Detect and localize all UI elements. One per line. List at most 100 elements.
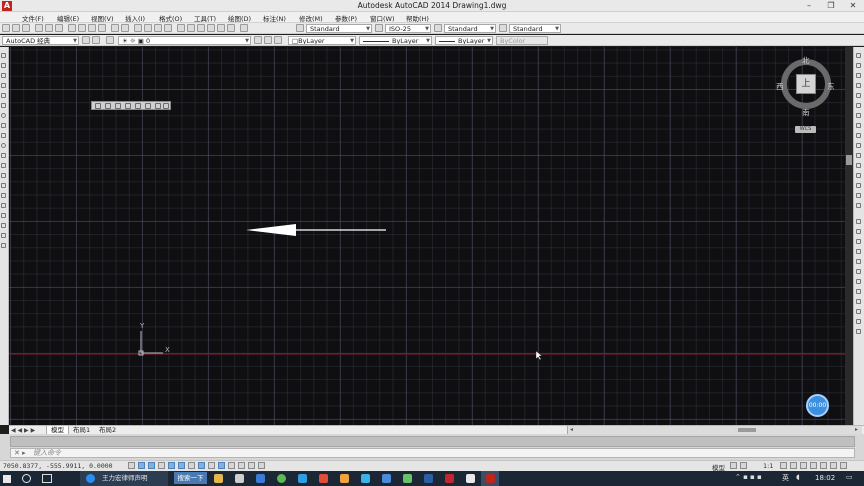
layer-select[interactable]: ☀ ☼ ▣ 0 ▼ xyxy=(118,36,251,45)
app-icon-7[interactable] xyxy=(340,474,349,483)
tool-icon-5[interactable] xyxy=(135,103,141,109)
markup-icon[interactable] xyxy=(217,24,225,32)
app-icon-8[interactable] xyxy=(361,474,370,483)
grid-display-toggle[interactable] xyxy=(148,462,155,469)
toolbar-lock-icon[interactable] xyxy=(800,462,807,469)
menu-edit[interactable]: 编辑(E) xyxy=(57,13,79,23)
text-style-select[interactable]: Standard ▼ xyxy=(306,24,372,33)
paste-icon[interactable] xyxy=(88,24,96,32)
notification-icon[interactable]: ▭ xyxy=(846,473,853,481)
taskbar-browser-app[interactable]: 王力宏律师声明 xyxy=(80,471,168,486)
vertical-scrollbar[interactable] xyxy=(845,47,853,425)
workspace-lock-icon[interactable] xyxy=(92,36,100,44)
dynamic-ucs-toggle[interactable] xyxy=(208,462,215,469)
mirror-icon[interactable] xyxy=(856,73,861,78)
tab-nav-arrows[interactable]: ◀ ◀ ▶ ▶ xyxy=(11,427,35,434)
app-icon-10[interactable] xyxy=(403,474,412,483)
extend-icon[interactable] xyxy=(856,153,861,158)
dim-radius-icon[interactable] xyxy=(856,239,861,244)
dim-update-icon[interactable] xyxy=(856,319,861,324)
dim-baseline-icon[interactable] xyxy=(856,269,861,274)
close-command-icon[interactable]: ✕ ▸ xyxy=(14,449,26,458)
taskbar-search-button[interactable]: 搜索一下 xyxy=(174,472,207,484)
add-selected-icon[interactable] xyxy=(1,243,6,248)
dim-style-manager-icon[interactable] xyxy=(856,329,861,334)
ortho-mode-toggle[interactable] xyxy=(158,462,165,469)
menu-format[interactable]: 格式(O) xyxy=(159,13,182,23)
copy-object-icon[interactable] xyxy=(856,63,861,68)
command-line[interactable]: ✕ ▸ xyxy=(10,448,855,458)
app-icon-12[interactable] xyxy=(445,474,454,483)
infer-constraints-toggle[interactable] xyxy=(128,462,135,469)
navigation-ball[interactable]: 00:00 xyxy=(806,394,829,417)
mail-icon[interactable] xyxy=(256,474,265,483)
lineweight-toggle[interactable] xyxy=(228,462,235,469)
ellipse-arc-icon[interactable] xyxy=(1,153,6,158)
start-button[interactable] xyxy=(0,471,14,486)
media-icon[interactable] xyxy=(319,474,328,483)
quick-view-layouts-icon[interactable] xyxy=(730,462,737,469)
isolate-objects-icon[interactable] xyxy=(820,462,827,469)
table-icon[interactable] xyxy=(1,223,6,228)
menu-modify[interactable]: 修改(M) xyxy=(299,13,323,23)
layer-properties-icon[interactable] xyxy=(106,36,114,44)
viewcube-east[interactable]: 东 xyxy=(827,81,835,92)
drawing-canvas[interactable]: Y X 北 南 东 西 上 WCS 00:00 xyxy=(9,47,845,425)
tool-palettes-icon[interactable] xyxy=(197,24,205,32)
spline-icon[interactable] xyxy=(1,133,6,138)
chamfer-icon[interactable] xyxy=(856,183,861,188)
menu-tools[interactable]: 工具(T) xyxy=(194,13,216,23)
tool-icon-1[interactable] xyxy=(95,103,101,109)
dim-continue-icon[interactable] xyxy=(856,279,861,284)
offset-icon[interactable] xyxy=(856,83,861,88)
application-status-menu-icon[interactable] xyxy=(830,462,837,469)
layer-state-icon[interactable] xyxy=(274,36,282,44)
explode-icon[interactable] xyxy=(856,203,861,208)
selection-cycling-toggle[interactable] xyxy=(258,462,265,469)
app-icon-13[interactable] xyxy=(466,474,475,483)
taskbar-autocad-active[interactable] xyxy=(481,471,499,486)
preview-icon[interactable] xyxy=(45,24,53,32)
construction-line-icon[interactable] xyxy=(1,63,6,68)
scroll-right-icon[interactable]: ▸ xyxy=(855,426,858,434)
annotation-scale[interactable]: 1:1 xyxy=(763,462,773,470)
design-center-icon[interactable] xyxy=(187,24,195,32)
tool-icon-6[interactable] xyxy=(145,103,151,109)
rotate-icon[interactable] xyxy=(856,113,861,118)
object-snap-tracking-toggle[interactable] xyxy=(198,462,205,469)
zoom-window-icon[interactable] xyxy=(154,24,162,32)
revision-cloud-icon[interactable] xyxy=(1,123,6,128)
browser-360-icon[interactable] xyxy=(277,474,286,483)
floating-toolbar[interactable] xyxy=(91,101,171,110)
close-button[interactable]: ✕ xyxy=(842,0,864,12)
task-view-icon[interactable] xyxy=(42,474,52,483)
tool-icon-2[interactable] xyxy=(105,103,111,109)
workspace-select[interactable]: AutoCAD 经典 ▼ xyxy=(2,36,79,45)
join-icon[interactable] xyxy=(856,173,861,178)
pan-icon[interactable] xyxy=(134,24,142,32)
copy-icon[interactable] xyxy=(78,24,86,32)
clean-screen-icon[interactable] xyxy=(840,462,847,469)
undo-icon[interactable] xyxy=(111,24,119,32)
sheet-set-icon[interactable] xyxy=(207,24,215,32)
object-snap-toggle[interactable] xyxy=(178,462,185,469)
zoom-previous-icon[interactable] xyxy=(164,24,172,32)
erase-icon[interactable] xyxy=(856,53,861,58)
circle-icon[interactable] xyxy=(1,113,6,118)
tool-icon-7[interactable] xyxy=(155,103,161,109)
quick-view-drawings-icon[interactable] xyxy=(740,462,747,469)
hatch-icon[interactable] xyxy=(1,193,6,198)
word-icon[interactable] xyxy=(424,474,433,483)
menu-help[interactable]: 帮助(H) xyxy=(406,13,429,23)
file-explorer-icon[interactable] xyxy=(214,474,223,483)
dim-angular-icon[interactable] xyxy=(856,259,861,264)
volume-icon[interactable]: ◖ xyxy=(796,473,800,481)
viewcube-north[interactable]: 北 xyxy=(802,55,810,66)
table-style-select[interactable]: Standard ▼ xyxy=(444,24,496,33)
cut-icon[interactable] xyxy=(68,24,76,32)
store-icon[interactable] xyxy=(235,474,244,483)
menu-draw[interactable]: 绘图(D) xyxy=(228,13,251,23)
workspace-settings-icon[interactable] xyxy=(82,36,90,44)
dim-style-select[interactable]: ISO-25 ▼ xyxy=(385,24,431,33)
horizontal-scrollbar[interactable]: ◂ ▸ xyxy=(567,426,862,434)
